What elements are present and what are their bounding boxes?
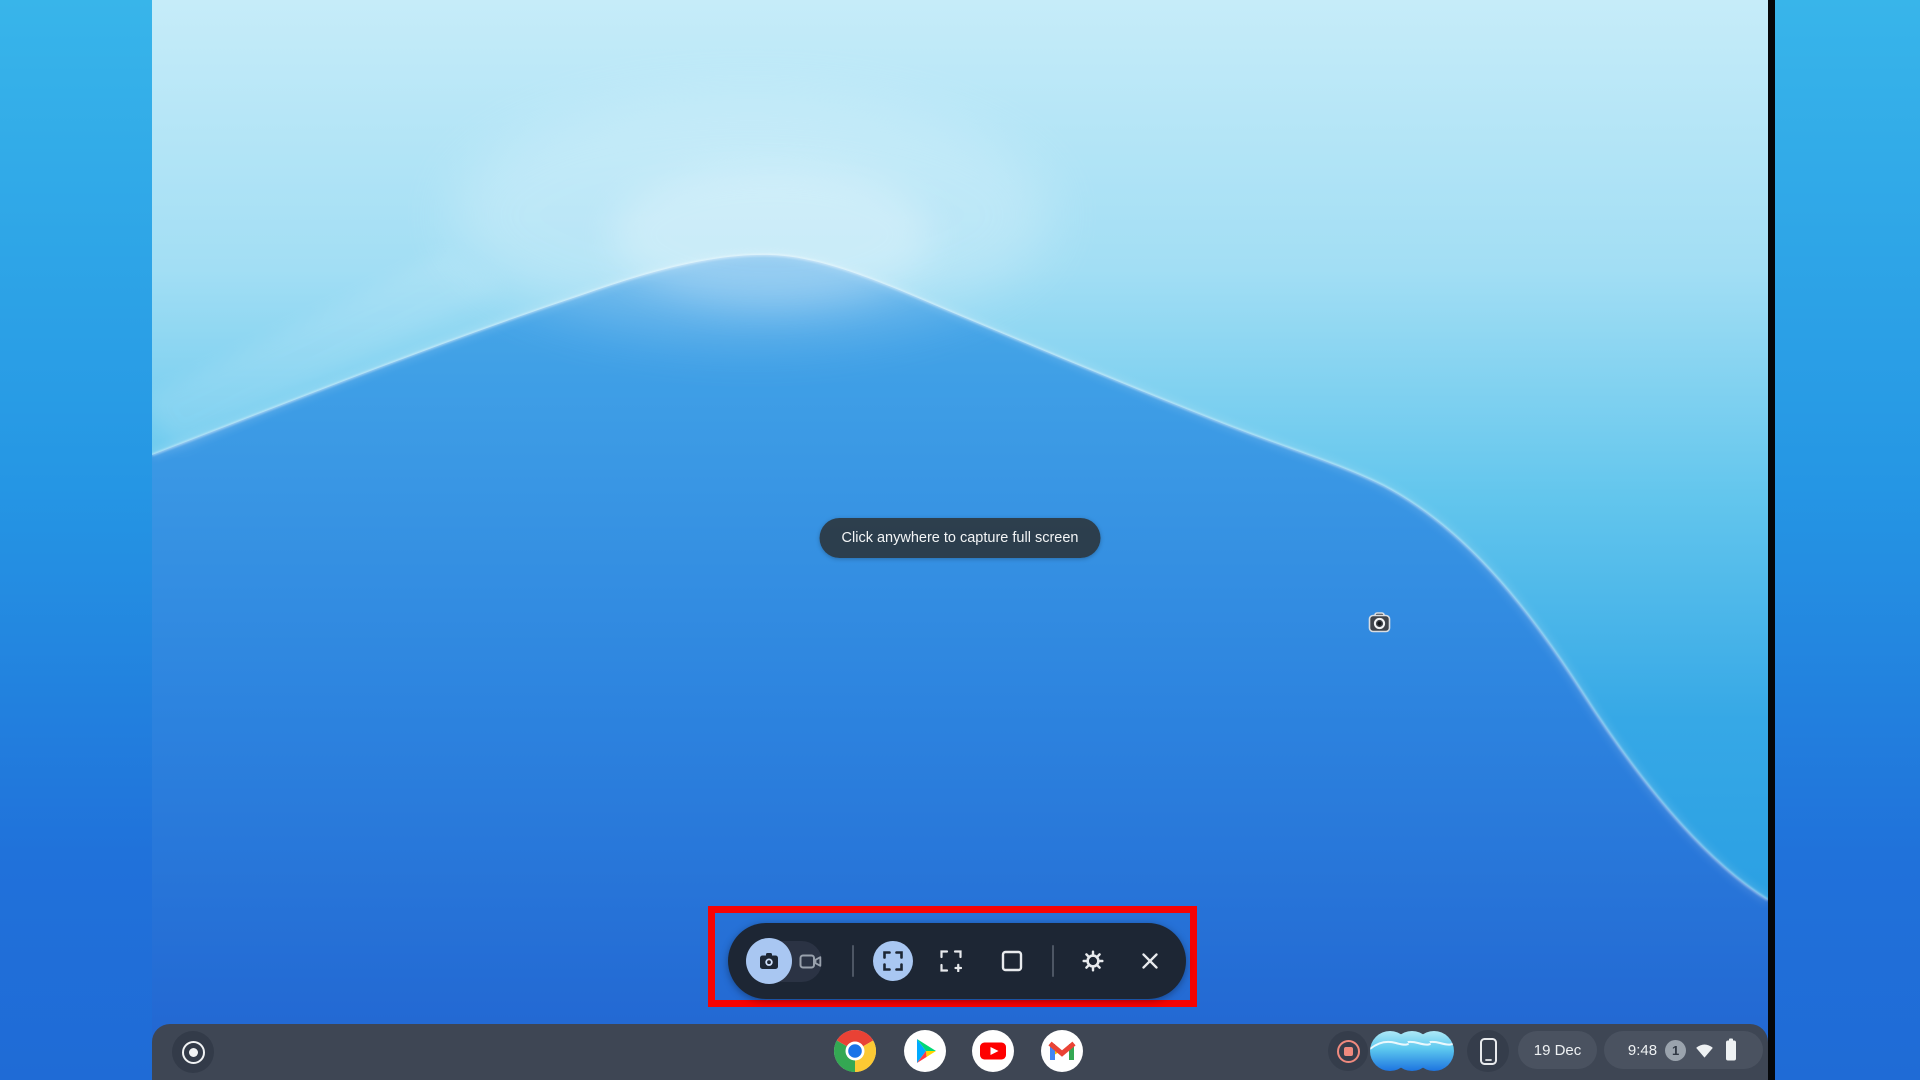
app-chrome[interactable] bbox=[833, 1029, 877, 1073]
screenshot-mode-button[interactable] bbox=[746, 938, 792, 984]
app-youtube[interactable] bbox=[971, 1029, 1015, 1073]
date-display[interactable]: 19 Dec bbox=[1518, 1031, 1597, 1069]
status-tray[interactable]: 9:48 1 bbox=[1604, 1031, 1763, 1069]
screen-edge-divider bbox=[1768, 0, 1775, 1080]
window-capture-button[interactable] bbox=[1001, 950, 1023, 972]
video-camera-icon bbox=[799, 953, 822, 970]
youtube-icon bbox=[971, 1029, 1015, 1073]
launcher-button[interactable] bbox=[172, 1031, 214, 1073]
capture-settings-button[interactable] bbox=[1081, 949, 1105, 973]
app-gmail[interactable] bbox=[1040, 1029, 1084, 1073]
screen-record-mode-button[interactable] bbox=[799, 953, 822, 970]
app-google-play[interactable] bbox=[903, 1029, 947, 1073]
partial-capture-icon bbox=[940, 950, 962, 972]
capture-tooltip: Click anywhere to capture full screen bbox=[820, 518, 1101, 558]
battery-icon bbox=[1723, 1037, 1739, 1063]
gmail-icon bbox=[1040, 1029, 1084, 1073]
close-icon bbox=[1140, 951, 1160, 971]
chromeos-desktop: Click anywhere to capture full screen bbox=[152, 0, 1768, 1080]
close-capture-button[interactable] bbox=[1140, 951, 1160, 971]
record-stop-icon bbox=[1337, 1040, 1360, 1063]
wifi-icon bbox=[1694, 1042, 1715, 1059]
desk-preview-button[interactable] bbox=[1370, 1029, 1456, 1073]
screen-capture-toolbar bbox=[728, 923, 1186, 999]
toolbar-divider bbox=[852, 945, 854, 977]
google-play-icon bbox=[903, 1029, 947, 1073]
camera-icon bbox=[758, 952, 780, 971]
fullscreen-capture-button[interactable] bbox=[873, 941, 913, 981]
toolbar-divider bbox=[1052, 945, 1054, 977]
launcher-circle-icon bbox=[182, 1041, 205, 1064]
fullscreen-capture-icon bbox=[883, 951, 903, 971]
video-frame: Click anywhere to capture full screen bbox=[0, 0, 1920, 1080]
shelf: 19 Dec 9:48 1 bbox=[152, 1024, 1768, 1080]
camera-capture-cursor-icon bbox=[1368, 612, 1392, 634]
wave-thumbnails-icon bbox=[1370, 1029, 1456, 1073]
notification-count-badge: 1 bbox=[1665, 1040, 1686, 1061]
chrome-icon bbox=[833, 1029, 877, 1073]
phone-icon bbox=[1479, 1037, 1498, 1066]
gear-icon bbox=[1081, 949, 1105, 973]
date-text: 19 Dec bbox=[1534, 1042, 1582, 1059]
window-capture-icon bbox=[1001, 950, 1023, 972]
phone-hub-button[interactable] bbox=[1467, 1030, 1509, 1072]
partial-capture-button[interactable] bbox=[940, 950, 962, 972]
time-text: 9:48 bbox=[1628, 1042, 1657, 1059]
screen-capture-indicator-button[interactable] bbox=[1328, 1031, 1368, 1071]
